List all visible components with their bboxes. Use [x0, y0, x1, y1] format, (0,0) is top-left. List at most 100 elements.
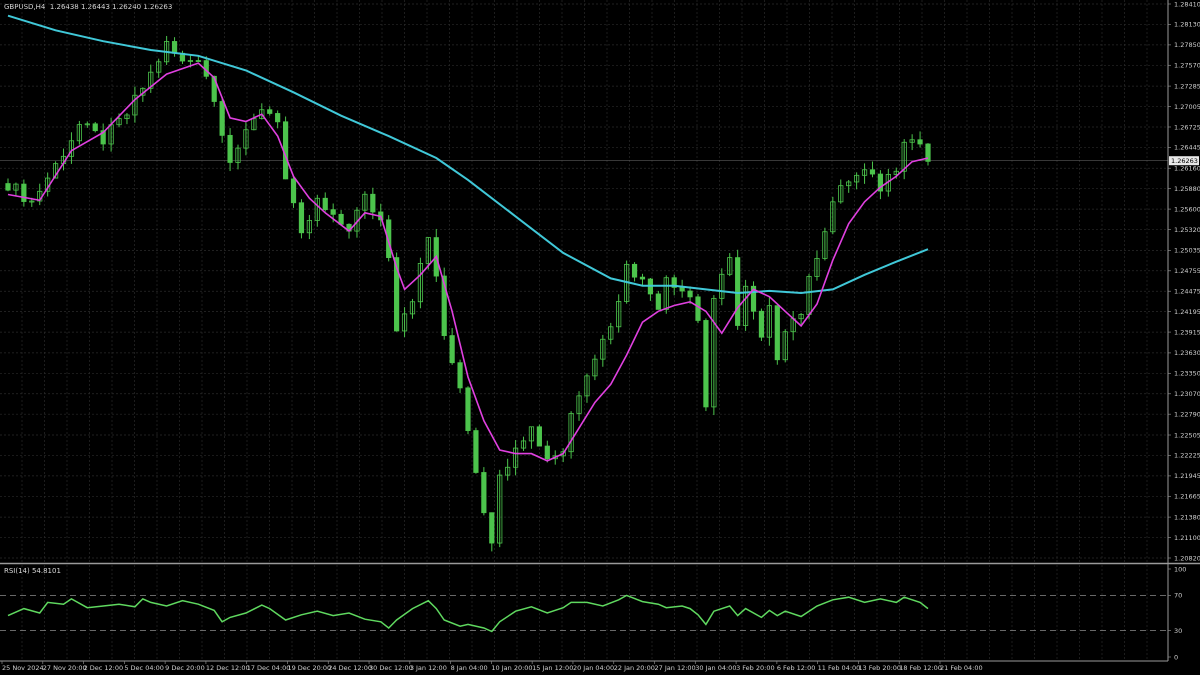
candle-body [370, 193, 376, 213]
x-tick-label: 12 Dec 12:00 [206, 664, 250, 672]
candle-body [457, 362, 463, 389]
y-tick-label: 1.23350 [1174, 370, 1200, 378]
y-tick-label: 1.27285 [1174, 82, 1200, 90]
candle-body [21, 183, 27, 202]
x-tick-label: 27 Jan 12:00 [655, 664, 696, 672]
rsi-tick-label: 30 [1174, 627, 1182, 635]
y-tick-label: 1.25320 [1174, 226, 1200, 234]
y-tick-label: 1.25600 [1174, 205, 1200, 213]
x-tick-label: 30 Dec 12:00 [369, 664, 413, 672]
x-tick-label: 8 Jan 04:00 [451, 664, 488, 672]
y-tick-label: 1.23070 [1174, 390, 1200, 398]
candle-body [735, 257, 741, 326]
candle-body [290, 178, 297, 204]
y-tick-label: 1.27570 [1174, 62, 1200, 70]
y-tick-label: 1.27850 [1174, 41, 1200, 49]
x-tick-label: 6 Feb 12:00 [777, 664, 816, 672]
candle-body [695, 296, 701, 321]
x-tick-label: 2 Dec 12:00 [84, 664, 124, 672]
current-price-marker: 1.26263 [1169, 156, 1199, 166]
x-tick-label: 3 Feb 20:00 [736, 664, 775, 672]
candle-body [679, 287, 685, 292]
rsi-header: RSI(14) 54.8101 [4, 567, 61, 575]
candle-body [195, 60, 201, 62]
y-tick-label: 1.26725 [1174, 123, 1200, 131]
y-tick-label: 1.26445 [1174, 144, 1200, 152]
x-tick-label: 11 Feb 04:00 [818, 664, 861, 672]
x-tick-label: 20 Jan 04:00 [573, 664, 614, 672]
candle-body [267, 109, 273, 114]
slow-moving-average-line [7, 14, 929, 295]
candle-body [869, 169, 876, 175]
current-price-text: 1.26263 [1171, 157, 1198, 165]
price-chart[interactable]: 1.28410 1.28130 1.27850 1.27570 1.27285 1.270… [0, 0, 1200, 675]
candle-body [465, 387, 471, 431]
candle-body [5, 183, 11, 191]
x-tick-label: 5 Dec 04:00 [124, 664, 164, 672]
x-tick-label: 18 Feb 12:00 [899, 664, 942, 672]
candle-body [631, 263, 638, 278]
y-tick-label: 1.25035 [1174, 247, 1200, 255]
rsi-tick-label: 70 [1174, 592, 1182, 600]
x-tick-label: 13 Feb 20:00 [858, 664, 901, 672]
y-tick-label: 1.27005 [1174, 103, 1200, 111]
y-tick-label: 1.23630 [1174, 349, 1200, 357]
x-tick-label: 9 Dec 20:00 [165, 664, 205, 672]
x-tick-label: 25 Nov 2024 [2, 664, 44, 672]
candle-body [92, 123, 98, 132]
time-axis[interactable]: 25 Nov 2024 27 Nov 20:002 Dec 12:00 5 Dec … [1, 661, 983, 672]
candle-body [449, 335, 455, 364]
candlestick-series [5, 35, 931, 552]
y-tick-label: 1.20820 [1174, 554, 1200, 562]
rsi-axis: 100 70 30 0 [1168, 565, 1186, 661]
y-tick-label: 1.26160 [1174, 165, 1200, 173]
candle-body [544, 445, 550, 460]
candle-body [687, 290, 693, 298]
x-tick-label: 17 Dec 04:00 [247, 664, 291, 672]
candle-body [219, 101, 225, 136]
x-tick-label: 27 Nov 20:00 [43, 664, 87, 672]
y-tick-label: 1.28130 [1174, 21, 1200, 29]
x-tick-label: 19 Dec 20:00 [287, 664, 331, 672]
candle-body [758, 310, 765, 338]
y-tick-label: 1.21100 [1174, 534, 1200, 542]
x-tick-label: 22 Jan 20:00 [614, 664, 655, 672]
candle-body [298, 202, 305, 234]
x-tick-label: 3 Jan 12:00 [410, 664, 447, 672]
candle-body [473, 430, 479, 473]
x-tick-label: 24 Dec 12:00 [328, 664, 372, 672]
y-tick-label: 1.25880 [1174, 185, 1200, 193]
candle-body [322, 197, 328, 211]
x-tick-label: 10 Jan 20:00 [491, 664, 532, 672]
y-tick-label: 1.22225 [1174, 452, 1200, 460]
y-tick-label: 1.24475 [1174, 288, 1200, 296]
trading-chart-window: GBPUSD,H4 1.26438 1.26443 1.26240 1.2626… [0, 0, 1200, 675]
y-tick-label: 1.21665 [1174, 493, 1200, 501]
x-tick-label: 30 Jan 04:00 [695, 664, 736, 672]
candle-body [275, 113, 281, 123]
candle-body [481, 472, 487, 514]
candle-body [227, 134, 233, 163]
rsi-line [7, 594, 929, 633]
candle-body [703, 320, 709, 408]
y-tick-label: 1.22790 [1174, 411, 1200, 419]
rsi-grid [0, 565, 1168, 661]
y-tick-label: 1.23915 [1174, 328, 1200, 336]
rsi-tick-label: 0 [1174, 653, 1178, 661]
y-tick-label: 1.24195 [1174, 308, 1200, 316]
y-tick-label: 1.24755 [1174, 267, 1200, 275]
candle-body [774, 305, 780, 361]
price-axis[interactable]: 1.28410 1.28130 1.27850 1.27570 1.27285 1.270… [0, 0, 1200, 662]
y-tick-label: 1.22505 [1174, 431, 1200, 439]
y-tick-label: 1.21945 [1174, 472, 1200, 480]
candle-body [171, 41, 178, 54]
candle-body [536, 426, 542, 447]
candle-body [655, 293, 661, 310]
candle-body [639, 276, 646, 280]
x-tick-label: 21 Feb 04:00 [940, 664, 983, 672]
y-tick-label: 1.28410 [1174, 0, 1200, 8]
price-grid [0, 0, 1168, 562]
rsi-tick-label: 100 [1174, 565, 1186, 573]
candle-body [917, 139, 923, 145]
y-tick-label: 1.21380 [1174, 513, 1200, 521]
